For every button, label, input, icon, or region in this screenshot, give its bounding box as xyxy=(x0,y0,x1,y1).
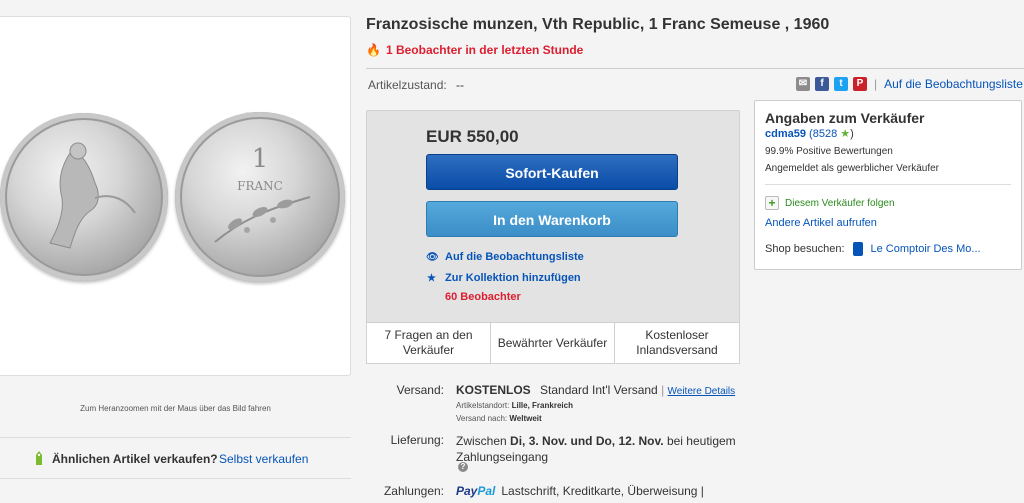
plus-icon: + xyxy=(765,196,779,210)
star-icon: ★ xyxy=(427,272,436,284)
feature-free-shipping: Kostenloser Inlandsversand xyxy=(614,322,740,364)
listing-title: Franzosische munzen, Vth Republic, 1 Fra… xyxy=(366,16,830,33)
watchers-count: 60 Beobachter xyxy=(445,291,521,303)
seller-heading: Angaben zum Verkäufer xyxy=(765,110,925,126)
seller-divider xyxy=(765,184,1011,185)
ships-to: Versand nach: Weltweit xyxy=(456,414,542,423)
sell-yourself-link[interactable]: Selbst verkaufen xyxy=(219,452,308,466)
add-to-cart-button[interactable]: In den Warenkorb xyxy=(426,201,678,237)
star-rating-icon: ★ xyxy=(840,128,851,140)
divider xyxy=(366,68,1024,69)
seller-name-row: cdma59 (8528 ★) xyxy=(765,128,854,140)
sell-tag-icon xyxy=(36,451,42,465)
coin-reverse-image[interactable]: 1 FRANC xyxy=(175,112,345,282)
item-location: Artikelstandort: Lille, Frankreich xyxy=(456,401,573,410)
condition-value: -- xyxy=(456,78,464,92)
sell-similar-row: Ähnlichen Artikel verkaufen? Selbst verk… xyxy=(0,437,351,479)
feedback-score[interactable]: (8528 xyxy=(809,128,837,140)
eye-icon: 👁 xyxy=(426,251,439,263)
payment-label: Zahlungen: xyxy=(383,484,444,498)
follow-seller[interactable]: + Diesem Verkäufer folgen xyxy=(765,196,895,210)
watchlist-link[interactable]: Auf die Beobachtungsliste xyxy=(884,77,1023,91)
pinterest-icon[interactable]: P xyxy=(853,77,867,91)
other-items-link[interactable]: Andere Artikel aufrufen xyxy=(765,217,877,229)
delivery-label: Lieferung: xyxy=(390,433,444,447)
coin-obverse-image[interactable] xyxy=(0,113,168,281)
price: EUR 550,00 xyxy=(426,127,519,146)
shipping-cost: KOSTENLOS xyxy=(456,383,531,397)
add-watchlist-action[interactable]: 👁 Auf die Beobachtungsliste xyxy=(426,251,584,263)
shop-link[interactable]: Le Comptoir Des Mo... xyxy=(871,243,981,255)
hot-watchers-notice: 🔥 1 Beobachter in der letzten Stunde xyxy=(366,43,584,57)
visit-shop-row: Shop besuchen: Le Comptoir Des Mo... xyxy=(765,242,981,256)
positive-feedback: 99.9% Positive Bewertungen xyxy=(765,146,893,157)
image-gallery[interactable]: 1 FRANC xyxy=(0,16,351,376)
add-collection-action[interactable]: ★ Zur Kollektion hinzufügen xyxy=(426,272,581,284)
shipping-method: Standard Int'l Versand xyxy=(540,383,658,397)
feature-top-seller: Bewährter Verkäufer xyxy=(490,322,615,364)
help-icon[interactable]: ? xyxy=(458,462,468,472)
twitter-icon[interactable]: t xyxy=(834,77,848,91)
svg-text:1: 1 xyxy=(252,144,269,174)
business-seller: Angemeldet als gewerblicher Verkäufer xyxy=(765,163,939,174)
svg-text:FRANC: FRANC xyxy=(237,179,283,193)
share-separator: | xyxy=(874,77,878,91)
sell-similar-question: Ähnlichen Artikel verkaufen? xyxy=(52,452,218,466)
shipping-details-link[interactable]: Weitere Details xyxy=(668,386,736,397)
zoom-hint: Zum Heranzoomen mit der Maus über das Bi… xyxy=(80,404,271,413)
buy-now-button[interactable]: Sofort-Kaufen xyxy=(426,154,678,190)
shipping-line: KOSTENLOS Standard Int'l Versand | Weite… xyxy=(456,383,736,397)
facebook-icon[interactable]: f xyxy=(815,77,829,91)
feature-questions[interactable]: 7 Fragen an den Verkäufer xyxy=(366,322,491,364)
seller-name-link[interactable]: cdma59 xyxy=(765,128,806,140)
email-icon[interactable]: ✉ xyxy=(796,77,810,91)
payment-methods: PayPal Lastschrift, Kreditkarte, Überwei… xyxy=(456,484,704,498)
share-bar: ✉ f t P | Auf die Beobachtungsliste xyxy=(796,77,1023,91)
shop-icon xyxy=(852,242,863,256)
shipping-label: Versand: xyxy=(396,383,444,397)
condition-label: Artikelzustand: xyxy=(368,78,447,92)
paypal-logo: PayPal xyxy=(456,484,496,498)
delivery-estimate: Zwischen Di, 3. Nov. und Do, 12. Nov. be… xyxy=(456,434,736,464)
flame-icon: 🔥 xyxy=(366,43,381,57)
